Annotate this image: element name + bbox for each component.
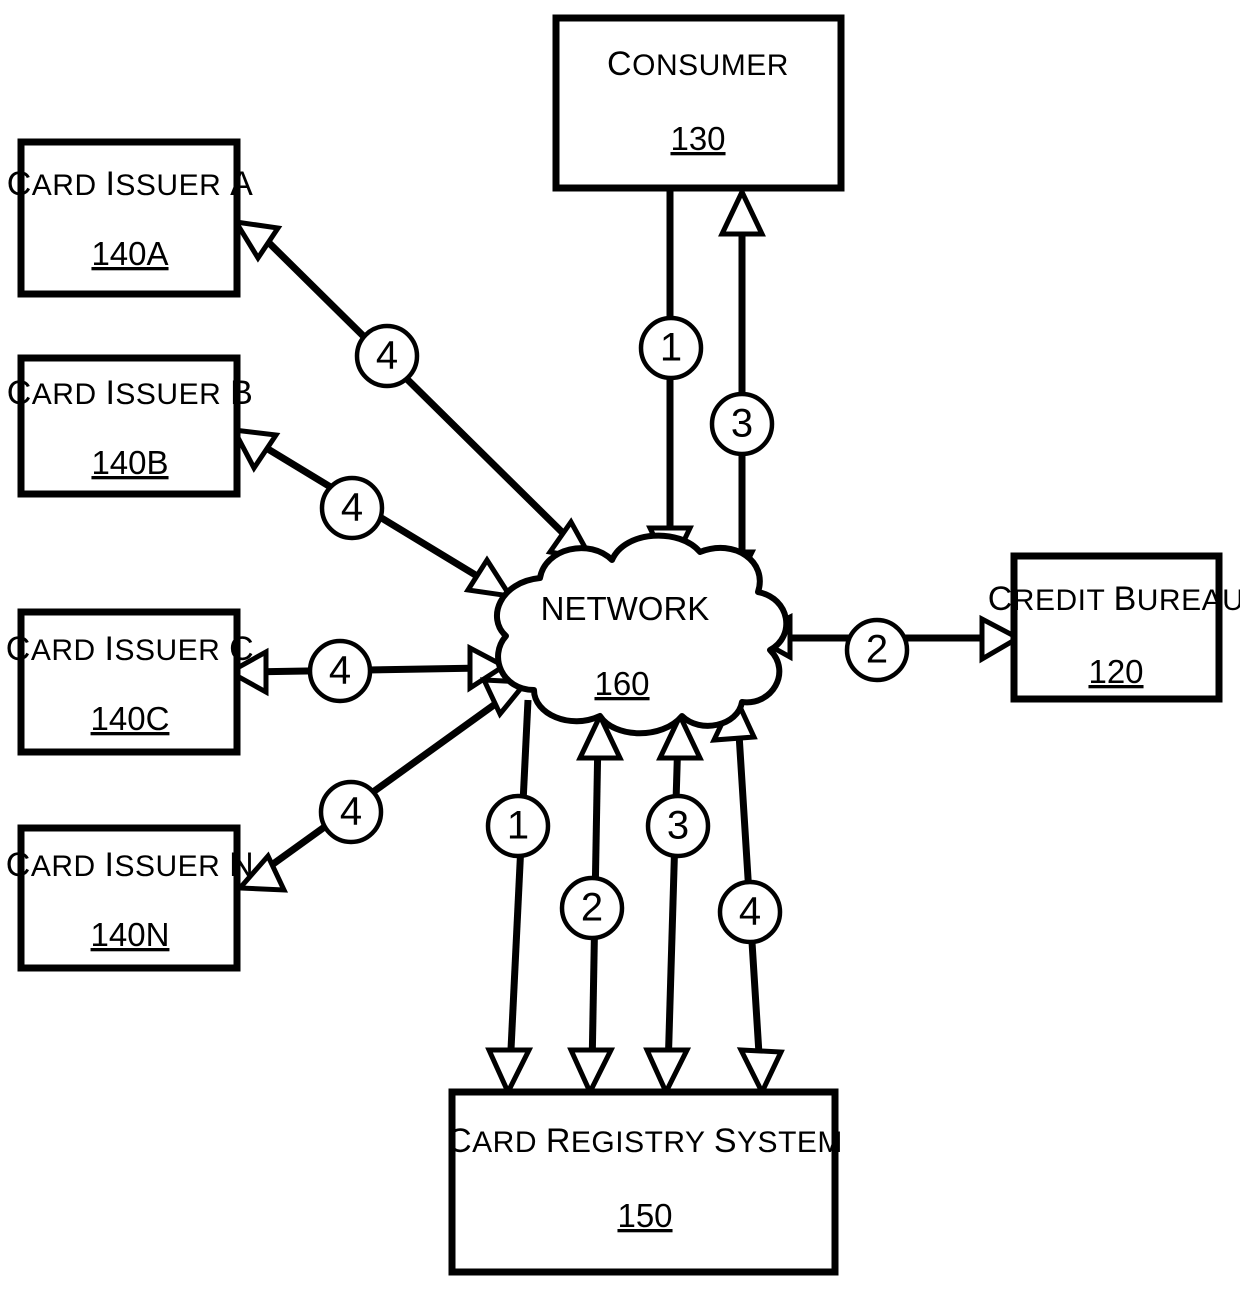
- step-marker-registry-2: 2: [559, 875, 625, 941]
- credit-bureau-title: CREDIT BUREAU: [988, 580, 1240, 618]
- node-card-issuer-c[interactable]: CARD ISSUER C 140C: [6, 608, 254, 756]
- card-issuer-b-title: CARD ISSUER B: [7, 374, 254, 412]
- consumer-ref: 130: [670, 120, 725, 157]
- card-issuer-c-title: CARD ISSUER C: [6, 630, 254, 668]
- figure-canvas: NETWORK 160 CONSUMER 130 CREDIT BUREAU 1…: [0, 0, 1240, 1292]
- node-credit-bureau[interactable]: CREDIT BUREAU 120: [988, 552, 1240, 703]
- step-marker-issuer-b: 4: [319, 475, 385, 541]
- step-label-issuer-a: 4: [376, 334, 398, 378]
- connector-registry-3: [643, 710, 704, 1098]
- diagram-svg: NETWORK 160 CONSUMER 130 CREDIT BUREAU 1…: [6, 14, 1240, 1276]
- step-marker-registry-1: 1: [485, 793, 551, 859]
- step-marker-consumer-up: 3: [709, 391, 775, 457]
- step-label-issuer-b: 4: [341, 486, 363, 530]
- step-label-credit-bureau: 2: [866, 628, 888, 672]
- node-card-registry-system[interactable]: CARD REGISTRY SYSTEM 150: [447, 1088, 843, 1276]
- node-card-issuer-n[interactable]: CARD ISSUER N 140N: [6, 824, 254, 972]
- step-marker-issuer-a: 4: [354, 323, 420, 389]
- step-marker-registry-3: 3: [645, 793, 711, 859]
- step-label-consumer-up: 3: [731, 402, 753, 446]
- step-label-consumer-down: 1: [660, 326, 682, 370]
- step-marker-issuer-c: 4: [307, 638, 373, 704]
- step-marker-credit-bureau: 2: [844, 617, 910, 683]
- connector-issuer-a: [231, 218, 597, 564]
- card-issuer-n-ref: 140N: [91, 916, 170, 953]
- network-label: NETWORK: [541, 590, 710, 627]
- connector-consumer-up: [707, 186, 766, 598]
- step-label-registry-2: 2: [581, 886, 603, 930]
- step-marker-consumer-down: 1: [638, 315, 704, 381]
- credit-bureau-ref: 120: [1088, 653, 1143, 690]
- step-marker-registry-4: 4: [717, 879, 783, 945]
- step-label-issuer-c: 4: [329, 649, 351, 693]
- step-label-registry-3: 3: [667, 804, 689, 848]
- node-card-issuer-b[interactable]: CARD ISSUER B 140B: [7, 354, 254, 498]
- card-issuer-a-title: CARD ISSUER A: [7, 165, 254, 203]
- network-cloud: NETWORK 160: [494, 532, 790, 737]
- node-card-issuer-a[interactable]: CARD ISSUER A 140A: [7, 138, 254, 298]
- card-issuer-c-ref: 140C: [91, 700, 170, 737]
- node-consumer[interactable]: CONSUMER 130: [552, 14, 845, 192]
- card-issuer-a-ref: 140A: [91, 235, 168, 272]
- card-registry-system-ref: 150: [617, 1197, 672, 1234]
- connector-registry-1: [485, 699, 534, 1098]
- card-issuer-b-ref: 140B: [91, 444, 168, 481]
- card-issuer-n-title: CARD ISSUER N: [6, 846, 254, 884]
- step-label-registry-4: 4: [739, 890, 761, 934]
- step-label-registry-1: 1: [507, 804, 529, 848]
- network-ref: 160: [594, 665, 649, 702]
- connector-issuer-n: [234, 677, 532, 893]
- consumer-title: CONSUMER: [607, 45, 789, 83]
- step-label-issuer-n: 4: [340, 790, 362, 834]
- card-registry-system-title: CARD REGISTRY SYSTEM: [447, 1122, 843, 1160]
- step-marker-issuer-n: 4: [318, 779, 384, 845]
